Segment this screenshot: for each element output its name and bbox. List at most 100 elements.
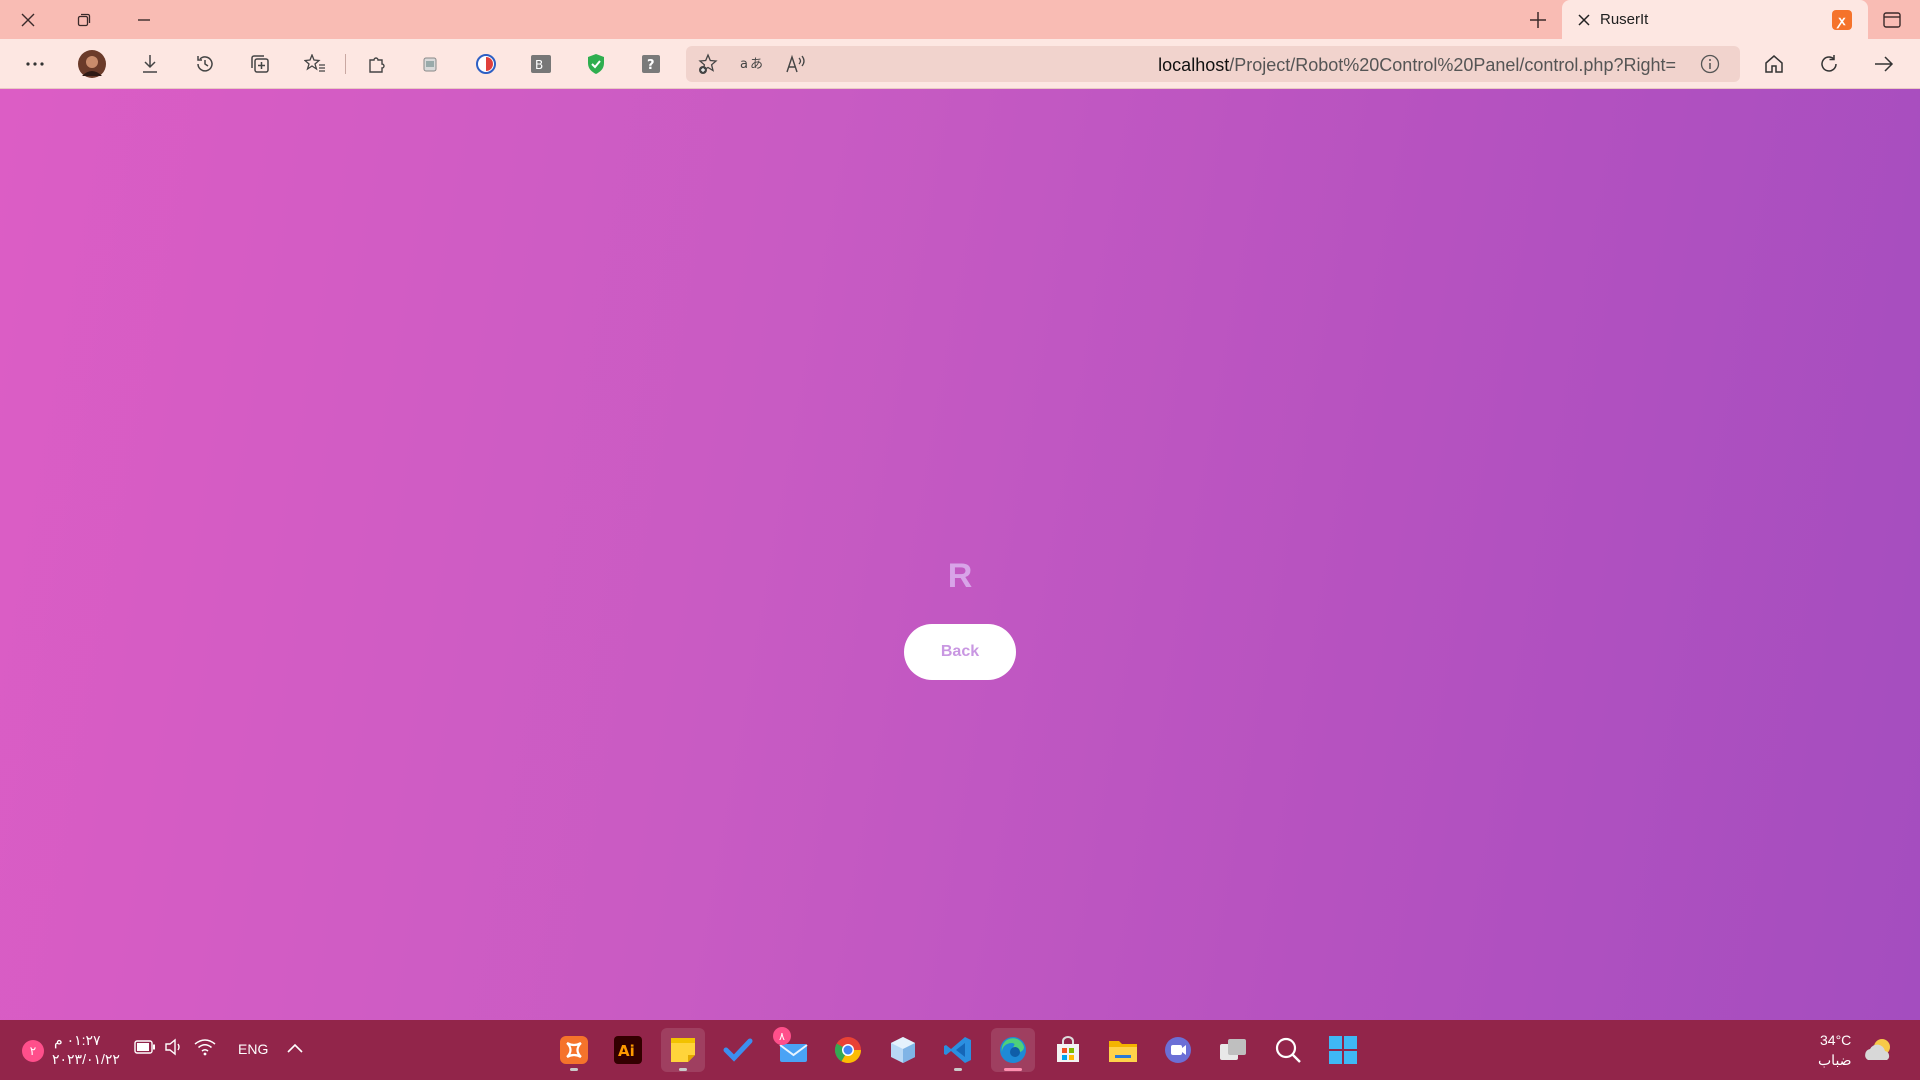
folder-icon [1109, 1041, 1137, 1062]
more-icon [26, 62, 44, 66]
download-icon [143, 55, 157, 73]
weather-cloud-icon[interactable] [1862, 1036, 1896, 1067]
browser-toolbar: B ? aあ localhost/Project/Robot%20Control… [0, 39, 1920, 89]
address-bar[interactable]: aあ localhost/Project/Robot%20Control%20P… [686, 46, 1740, 82]
store-icon [1057, 1036, 1079, 1062]
extensions-button[interactable] [362, 50, 390, 78]
taskbar-illustrator[interactable]: Ai [606, 1028, 650, 1072]
add-favorite-button[interactable] [694, 50, 722, 78]
mail-badge: ٨ [773, 1027, 791, 1045]
clock-time[interactable]: ٠١:٢٧ م [54, 1032, 101, 1049]
search-icon [1275, 1037, 1301, 1063]
refresh-button[interactable] [1815, 50, 1843, 78]
taskbar-store[interactable] [1046, 1028, 1090, 1072]
taskbar-edge[interactable] [991, 1028, 1035, 1072]
battery-icon[interactable] [134, 1040, 156, 1057]
language-indicator[interactable]: ENG [238, 1041, 268, 1057]
clock-date[interactable]: ٢٠٢٣/٠١/٢٢ [52, 1051, 120, 1068]
taskbar-search[interactable] [1266, 1028, 1310, 1072]
xampp-favicon-icon: ꭗ [1832, 10, 1852, 30]
home-button[interactable] [1760, 50, 1788, 78]
svg-text:Ai: Ai [618, 1042, 635, 1060]
close-icon [21, 13, 35, 26]
chevron-up-icon[interactable] [286, 1041, 304, 1057]
taskbar: ٢ ٠١:٢٧ م ٢٠٢٣/٠١/٢٢ ENG Ai ٨ 34°C ضباب [0, 1020, 1920, 1080]
running-indicator [954, 1068, 962, 1071]
translate-icon: aあ [740, 57, 763, 72]
svg-text:B: B [535, 58, 543, 72]
taskbar-todo[interactable] [716, 1028, 760, 1072]
extension-4-button[interactable] [582, 50, 610, 78]
windows-start-icon [1329, 1036, 1357, 1064]
profile-button[interactable] [78, 50, 106, 78]
extension-2-button[interactable] [472, 50, 500, 78]
todo-check-icon [723, 1038, 753, 1062]
sticky-notes-icon [671, 1038, 695, 1062]
minimize-icon [138, 18, 150, 21]
refresh-icon [1821, 55, 1837, 72]
star-add-icon [698, 53, 718, 74]
running-indicator [570, 1068, 578, 1071]
favorites-icon [304, 54, 325, 72]
history-button[interactable] [191, 50, 219, 78]
tab-title: RuserIt [1600, 11, 1649, 28]
history-icon [197, 56, 213, 72]
downloads-button[interactable] [136, 50, 164, 78]
notification-badge[interactable]: ٢ [22, 1040, 44, 1062]
extension-3-button[interactable]: B [527, 50, 555, 78]
svg-text:あ: あ [750, 57, 763, 72]
extension-circle-icon [476, 54, 496, 74]
minimize-window-button[interactable] [116, 0, 172, 39]
wifi-icon[interactable] [194, 1038, 216, 1059]
weather-desc[interactable]: ضباب [1818, 1052, 1852, 1069]
tab-strip: RuserIt ꭗ [0, 0, 1920, 39]
more-menu-button[interactable] [21, 50, 49, 78]
extension-1-button[interactable] [417, 50, 445, 78]
plus-icon [1530, 12, 1546, 28]
svg-text:?: ? [647, 58, 655, 73]
direction-letter: R [947, 557, 973, 595]
chrome-icon [834, 1037, 862, 1064]
taskbar-sticky-notes[interactable] [661, 1028, 705, 1072]
tab-actions-icon [1883, 11, 1901, 28]
tab-active[interactable]: RuserIt ꭗ [1562, 0, 1868, 39]
running-indicator [679, 1068, 687, 1071]
forward-button[interactable] [1870, 50, 1898, 78]
question-icon: ? [642, 55, 660, 73]
back-button[interactable]: Back [904, 624, 1016, 680]
weather-temp[interactable]: 34°C [1820, 1032, 1851, 1048]
new-tab-button[interactable] [1524, 6, 1552, 34]
shield-icon [588, 54, 604, 74]
favorites-button[interactable] [301, 50, 329, 78]
page-content: R Back [0, 89, 1920, 1020]
restore-icon [77, 13, 91, 26]
site-info-button[interactable] [1696, 50, 1724, 78]
close-window-button[interactable] [0, 0, 56, 39]
svg-text:a: a [740, 57, 748, 72]
read-aloud-button[interactable] [782, 50, 810, 78]
translate-button[interactable]: aあ [738, 50, 766, 78]
taskbar-mail[interactable]: ٨ [771, 1027, 815, 1072]
tab-actions-button[interactable] [1864, 0, 1920, 39]
arrow-right-icon [1875, 56, 1894, 72]
taskbar-vscode[interactable] [936, 1028, 980, 1072]
collections-button[interactable] [246, 50, 274, 78]
tab-close-icon[interactable] [1578, 13, 1590, 26]
xampp-icon [560, 1036, 588, 1064]
volume-icon[interactable] [164, 1038, 184, 1059]
taskbar-teams[interactable] [1156, 1028, 1200, 1072]
extension-5-button[interactable]: ? [637, 50, 665, 78]
avatar [78, 50, 106, 78]
info-icon [1700, 54, 1720, 74]
taskbar-3d-viewer[interactable] [881, 1028, 925, 1072]
taskbar-task-view[interactable] [1211, 1028, 1255, 1072]
active-indicator [1004, 1068, 1022, 1071]
taskbar-file-explorer[interactable] [1101, 1028, 1145, 1072]
illustrator-icon: Ai [614, 1036, 642, 1064]
task-view-icon [1220, 1039, 1246, 1060]
taskbar-chrome[interactable] [826, 1028, 870, 1072]
restore-window-button[interactable] [56, 0, 112, 39]
cube-icon [891, 1037, 915, 1063]
taskbar-xampp[interactable] [552, 1028, 596, 1072]
taskbar-start[interactable] [1321, 1028, 1365, 1072]
